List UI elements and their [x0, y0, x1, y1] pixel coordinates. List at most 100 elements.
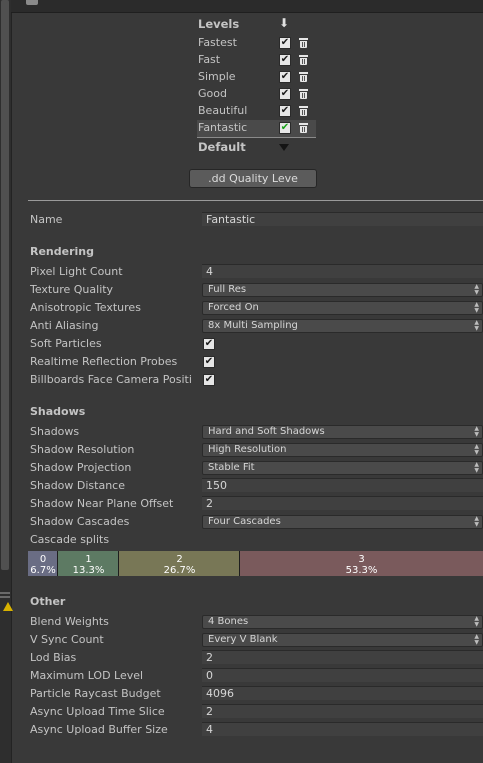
cascade-splits-label: Cascade splits — [30, 533, 110, 546]
particle-raycast-budget-label: Particle Raycast Budget — [30, 687, 161, 700]
cascade-percent: 26.7% — [163, 565, 196, 576]
shadow-resolution-label: Shadow Resolution — [30, 443, 135, 456]
pixel-light-count-label: Pixel Light Count — [30, 265, 123, 278]
section-divider — [28, 200, 483, 201]
async-upload-time-slice-label: Async Upload Time Slice — [30, 705, 165, 718]
particle-raycast-budget-field[interactable]: 4096 — [202, 686, 483, 700]
shadow-cascades-label: Shadow Cascades — [30, 515, 130, 528]
dropdown-arrows-icon: ▲ ▼ — [474, 319, 479, 332]
name-field[interactable]: Fantastic — [202, 212, 483, 226]
level-name: Fantastic — [198, 121, 248, 134]
add-quality-level-button[interactable]: .dd Quality Leve — [189, 169, 317, 188]
shadow-projection-label: Shadow Projection — [30, 461, 132, 474]
trash-icon[interactable] — [299, 106, 308, 116]
dropdown-value: 4 Bones — [208, 616, 249, 627]
level-row-fastest[interactable]: Fastest ✔ — [197, 35, 316, 52]
other-header: Other — [30, 595, 66, 608]
async-upload-buffer-size-label: Async Upload Buffer Size — [30, 723, 168, 736]
level-row-fast[interactable]: Fast ✔ — [197, 52, 316, 69]
trash-icon[interactable] — [299, 72, 308, 82]
shadow-near-plane-offset-label: Shadow Near Plane Offset — [30, 497, 174, 510]
shadow-near-plane-offset-field[interactable]: 2 — [202, 496, 483, 510]
v-sync-count-label: V Sync Count — [30, 633, 104, 646]
shadows-header: Shadows — [30, 405, 86, 418]
cascade-index: 3 — [358, 554, 365, 565]
blend-weights-dropdown[interactable]: 4 Bones ▲ ▼ — [202, 615, 483, 629]
default-label: Default — [198, 140, 246, 154]
cascade-splits-bar[interactable]: 0 6.7% 1 13.3% 2 26.7% 3 53.3% — [28, 551, 483, 576]
cascade-segment-3: 3 53.3% — [240, 551, 483, 576]
default-dropdown-arrow-icon[interactable] — [279, 144, 289, 151]
gutter-menu-icon[interactable] — [0, 592, 10, 594]
maximum-lod-level-field[interactable]: 0 — [202, 668, 483, 682]
shadows-dropdown[interactable]: Hard and Soft Shadows ▲ ▼ — [202, 425, 483, 439]
cascade-percent: 13.3% — [72, 565, 105, 576]
settings-icon[interactable] — [26, 0, 38, 5]
shadow-resolution-dropdown[interactable]: High Resolution ▲ ▼ — [202, 443, 483, 457]
dropdown-value: Full Res — [208, 284, 247, 295]
dropdown-arrows-icon: ▲ ▼ — [474, 515, 479, 528]
async-upload-time-slice-field[interactable]: 2 — [202, 704, 483, 718]
shadow-projection-dropdown[interactable]: Stable Fit ▲ ▼ — [202, 461, 483, 475]
level-row-good[interactable]: Good ✔ — [197, 86, 316, 103]
level-name: Fast — [198, 53, 221, 66]
dropdown-value: 8x Multi Sampling — [208, 320, 298, 331]
pixel-light-count-field[interactable]: 4 — [202, 264, 483, 278]
gutter-menu-icon-line — [0, 596, 10, 598]
vertical-scrollbar-thumb[interactable] — [1, 0, 9, 570]
level-enabled-checkbox[interactable]: ✔ — [279, 37, 291, 49]
cascade-segment-1: 1 13.3% — [58, 551, 119, 576]
level-name: Beautiful — [198, 104, 248, 117]
dropdown-arrows-icon: ▲ ▼ — [474, 425, 479, 438]
dropdown-value: Every V Blank — [208, 634, 278, 645]
realtime-reflection-probes-label: Realtime Reflection Probes — [30, 355, 178, 368]
cascade-index: 1 — [85, 554, 92, 565]
cascade-segment-2: 2 26.7% — [119, 551, 240, 576]
anti-aliasing-label: Anti Aliasing — [30, 319, 99, 332]
dropdown-value: Stable Fit — [208, 462, 255, 473]
billboards-face-camera-checkbox[interactable]: ✔ — [203, 374, 215, 386]
level-enabled-checkbox[interactable]: ✔ — [279, 122, 291, 134]
cascade-percent: 53.3% — [345, 565, 378, 576]
level-row-simple[interactable]: Simple ✔ — [197, 69, 316, 86]
async-upload-buffer-size-field[interactable]: 4 — [202, 722, 483, 736]
soft-particles-checkbox[interactable]: ✔ — [203, 338, 215, 350]
billboards-face-camera-label: Billboards Face Camera Positi — [30, 373, 192, 386]
lod-bias-label: Lod Bias — [30, 651, 77, 664]
shadow-cascades-dropdown[interactable]: Four Cascades ▲ ▼ — [202, 515, 483, 529]
v-sync-count-dropdown[interactable]: Every V Blank ▲ ▼ — [202, 633, 483, 647]
level-enabled-checkbox[interactable]: ✔ — [279, 71, 291, 83]
texture-quality-label: Texture Quality — [30, 283, 114, 296]
lod-bias-field[interactable]: 2 — [202, 650, 483, 664]
cascade-segment-0: 0 6.7% — [28, 551, 58, 576]
dropdown-arrows-icon: ▲ ▼ — [474, 461, 479, 474]
dropdown-arrows-icon: ▲ ▼ — [474, 301, 479, 314]
level-name: Fastest — [198, 36, 237, 49]
rendering-header: Rendering — [30, 245, 94, 258]
dropdown-arrows-icon: ▲ ▼ — [474, 443, 479, 456]
level-enabled-checkbox[interactable]: ✔ — [279, 105, 291, 117]
cascade-index: 2 — [176, 554, 183, 565]
level-enabled-checkbox[interactable]: ✔ — [279, 88, 291, 100]
texture-quality-dropdown[interactable]: Full Res ▲ ▼ — [202, 283, 483, 297]
anisotropic-textures-label: Anisotropic Textures — [30, 301, 141, 314]
cascade-index: 0 — [39, 554, 47, 565]
level-row-fantastic[interactable]: Fantastic ✔ — [197, 120, 316, 138]
trash-icon[interactable] — [299, 123, 308, 133]
anti-aliasing-dropdown[interactable]: 8x Multi Sampling ▲ ▼ — [202, 319, 483, 333]
levels-title: Levels — [198, 17, 240, 31]
download-arrow-icon[interactable]: ⬇ — [279, 17, 289, 29]
trash-icon[interactable] — [299, 38, 308, 48]
blend-weights-label: Blend Weights — [30, 615, 109, 628]
trash-icon[interactable] — [299, 55, 308, 65]
name-label: Name — [30, 213, 63, 226]
dropdown-arrows-icon: ▲ ▼ — [474, 283, 479, 296]
level-row-beautiful[interactable]: Beautiful ✔ — [197, 103, 316, 120]
anisotropic-textures-dropdown[interactable]: Forced On ▲ ▼ — [202, 301, 483, 315]
level-enabled-checkbox[interactable]: ✔ — [279, 54, 291, 66]
realtime-reflection-probes-checkbox[interactable]: ✔ — [203, 356, 215, 368]
shadow-distance-field[interactable]: 150 — [202, 478, 483, 492]
warning-icon — [3, 602, 13, 611]
shadows-label: Shadows — [30, 425, 80, 438]
trash-icon[interactable] — [299, 89, 308, 99]
